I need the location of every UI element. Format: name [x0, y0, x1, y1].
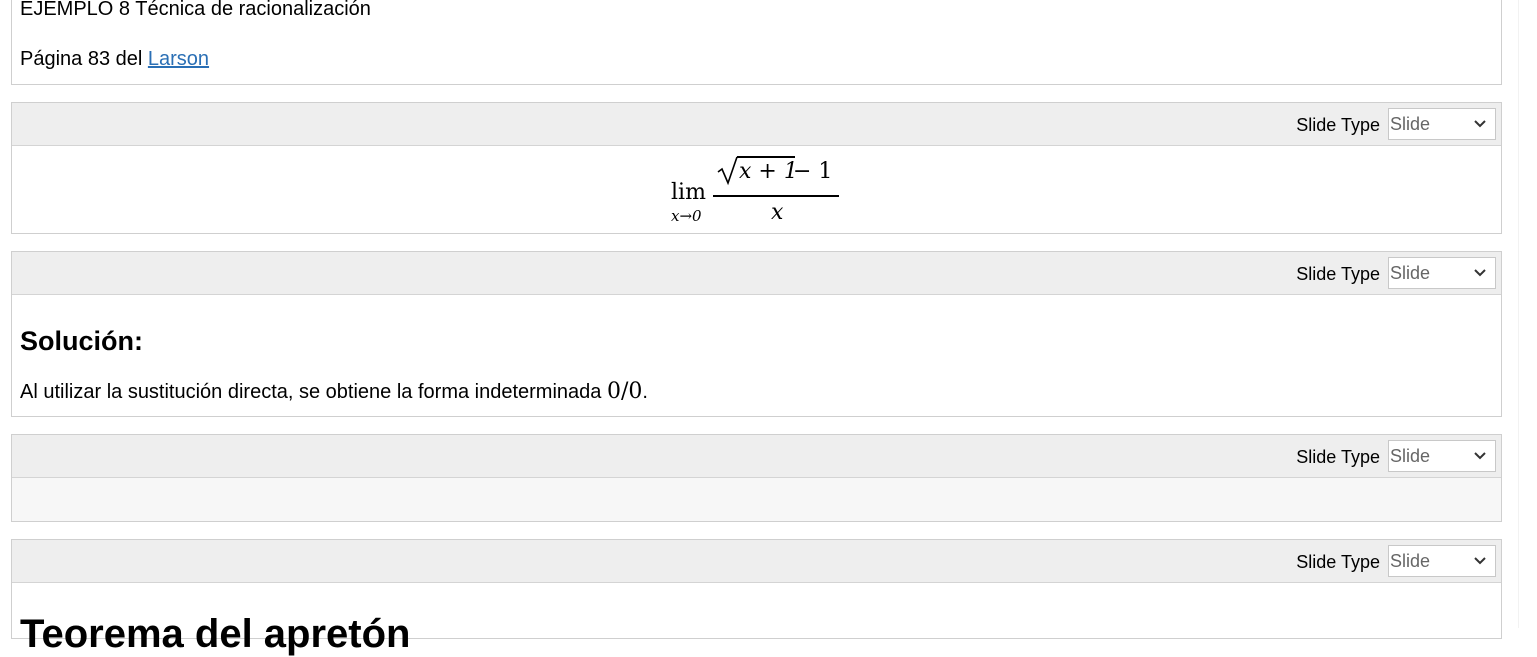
fraction-bar — [713, 195, 839, 197]
denominator: x — [771, 200, 784, 225]
slide-type-select[interactable]: Slide — [1388, 545, 1496, 577]
slide-type-label: Slide Type — [1296, 447, 1380, 467]
page-reference: Página 83 del Larson — [20, 48, 209, 71]
slide-type-value: Slide — [1390, 114, 1431, 134]
radical-overline — [737, 156, 795, 158]
slide-type-value: Slide — [1390, 263, 1431, 283]
markdown-cell-formula[interactable]: Slide Type Slide lim x→0 x + 1 − 1 x — [11, 102, 1502, 234]
markdown-cell-theorem[interactable]: Slide Type Slide Teorema del apretón — [11, 539, 1502, 656]
slide-type-select[interactable]: Slide — [1388, 440, 1496, 472]
indeterminate-form: 0/0 — [606, 379, 643, 404]
radical-sign — [717, 156, 738, 186]
example-heading: EJEMPLO 8 Técnica de racionalización — [20, 0, 371, 20]
limit-formula: lim x→0 x + 1 − 1 x — [12, 146, 1501, 234]
larson-link[interactable]: Larson — [148, 48, 209, 70]
slide-type-value: Slide — [1390, 446, 1431, 466]
chevron-down-icon — [1474, 452, 1486, 460]
solution-text-period: . — [642, 381, 648, 403]
markdown-cell-example[interactable]: EJEMPLO 8 Técnica de racionalización Pág… — [11, 0, 1502, 85]
empty-cell[interactable]: Slide Type Slide — [11, 434, 1502, 522]
cell-toolbar: Slide Type Slide — [12, 435, 1501, 478]
slide-type-label: Slide Type — [1296, 264, 1380, 284]
slide-type-value: Slide — [1390, 551, 1431, 571]
cell-toolbar: Slide Type Slide — [12, 103, 1501, 146]
slide-type-select[interactable]: Slide — [1388, 108, 1496, 140]
scrollbar[interactable] — [1519, 0, 1537, 628]
chevron-down-icon — [1474, 120, 1486, 128]
minus-one: − 1 — [793, 159, 833, 184]
lim-text: lim — [671, 180, 706, 205]
markdown-cell-solution[interactable]: Slide Type Slide Solución: Al utilizar l… — [11, 251, 1502, 417]
theorem-heading: Teorema del apretón — [20, 612, 411, 656]
solution-text: Al utilizar la sustitución directa, se o… — [20, 379, 648, 404]
chevron-down-icon — [1474, 269, 1486, 277]
empty-input-area[interactable] — [12, 478, 1501, 521]
cell-toolbar: Slide Type Slide — [12, 252, 1501, 295]
cell-toolbar: Slide Type Slide — [12, 540, 1501, 583]
page-reference-text: Página 83 del — [20, 48, 148, 70]
solution-heading: Solución: — [20, 326, 143, 356]
slide-type-select[interactable]: Slide — [1388, 257, 1496, 289]
lim-subscript: x→0 — [671, 207, 702, 225]
solution-text-body: Al utilizar la sustitución directa, se o… — [20, 381, 607, 403]
chevron-down-icon — [1474, 557, 1486, 565]
slide-type-label: Slide Type — [1296, 115, 1380, 135]
slide-type-label: Slide Type — [1296, 552, 1380, 572]
radicand: x + 1 — [739, 159, 798, 184]
